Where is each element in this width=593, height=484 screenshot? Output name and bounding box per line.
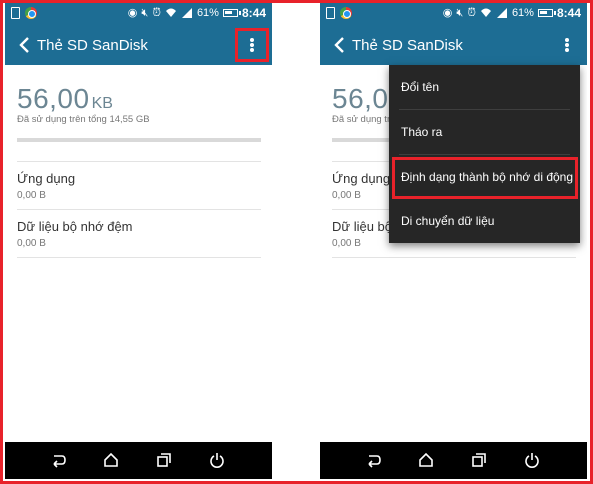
category-apps-title[interactable]: Ứng dụng [332, 171, 390, 186]
used-unit: KB [91, 95, 113, 112]
wifi-icon [480, 8, 491, 17]
battery-percent: 61% [196, 7, 219, 19]
status-bar: ◉ 🔇︎ ⏰︎ 61% 8:44 [320, 3, 587, 25]
menu-item-migrate-data[interactable]: Di chuyển dữ liệu [389, 199, 580, 243]
signal-icon [496, 8, 507, 18]
more-vert-icon[interactable] [553, 31, 581, 59]
home-nav-icon[interactable] [102, 451, 120, 469]
back-arrow-icon[interactable] [328, 33, 352, 57]
format-option-highlight [392, 157, 578, 199]
more-vert-icon[interactable] [238, 31, 266, 59]
page-title: Thẻ SD SanDisk [37, 37, 148, 54]
category-cache-value: 0,00 B [332, 238, 361, 249]
app-toolbar: Thẻ SD SanDisk [320, 25, 587, 65]
navigation-bar [5, 442, 272, 479]
used-value: 56,00 [17, 83, 90, 114]
status-bar: ◉ 🔇︎ ⏰︎ 61% 8:44 [5, 3, 272, 25]
alarm-icon: ⏰︎ [467, 6, 476, 19]
home-nav-icon[interactable] [417, 451, 435, 469]
back-nav-icon[interactable] [364, 451, 382, 469]
divider [17, 257, 261, 258]
divider [17, 161, 261, 162]
wifi-icon [165, 8, 176, 17]
category-apps-value: 0,00 B [332, 190, 361, 201]
category-apps-value: 0,00 B [17, 190, 46, 201]
category-cache-title[interactable]: Dữ liệu bộ nhớ đệm [17, 219, 133, 234]
nfc-icon: ◉ [127, 6, 138, 19]
category-apps-title[interactable]: Ứng dụng [17, 171, 75, 186]
usage-bar [17, 138, 261, 142]
chrome-icon [340, 7, 352, 19]
battery-icon [222, 9, 241, 17]
sim-card-icon [326, 7, 335, 19]
used-amount: 56,00KB [17, 83, 113, 115]
battery-icon [537, 9, 556, 17]
recents-nav-icon[interactable] [155, 451, 173, 469]
mute-icon: 🔇︎ [141, 6, 149, 19]
clock: 8:44 [556, 6, 581, 20]
phone-screen-after: ◉ 🔇︎ ⏰︎ 61% 8:44 Thẻ SD SanDisk 56,00KB … [320, 3, 587, 479]
divider [17, 209, 261, 210]
back-arrow-icon[interactable] [13, 33, 37, 57]
battery-percent: 61% [511, 7, 534, 19]
used-subtitle: Đã sử dụng trên tổng 14,55 GB [17, 114, 150, 125]
menu-item-label: Tháo ra [401, 125, 443, 139]
clock: 8:44 [241, 6, 266, 20]
power-nav-icon[interactable] [523, 451, 541, 469]
page-title: Thẻ SD SanDisk [352, 37, 463, 54]
menu-item-label: Di chuyển dữ liệu [401, 214, 495, 228]
overflow-menu: Đổi tên Tháo ra Định dạng thành bộ nhớ d… [389, 65, 580, 243]
power-nav-icon[interactable] [208, 451, 226, 469]
phone-screen-before: ◉ 🔇︎ ⏰︎ 61% 8:44 Thẻ SD SanDisk 56,00 KB … [5, 3, 272, 479]
app-toolbar: Thẻ SD SanDisk [5, 25, 272, 65]
category-cache-value: 0,00 B [17, 238, 46, 249]
navigation-bar [320, 442, 587, 479]
recents-nav-icon[interactable] [470, 451, 488, 469]
signal-icon [181, 8, 192, 18]
alarm-icon: ⏰︎ [152, 6, 161, 19]
menu-item-rename[interactable]: Đổi tên [389, 65, 580, 109]
sim-card-icon [11, 7, 20, 19]
nfc-icon: ◉ [442, 6, 453, 19]
divider [332, 257, 576, 258]
chrome-icon [25, 7, 37, 19]
menu-item-label: Đổi tên [401, 80, 440, 94]
mute-icon: 🔇︎ [456, 6, 464, 19]
back-nav-icon[interactable] [49, 451, 67, 469]
menu-item-eject[interactable]: Tháo ra [389, 110, 580, 154]
